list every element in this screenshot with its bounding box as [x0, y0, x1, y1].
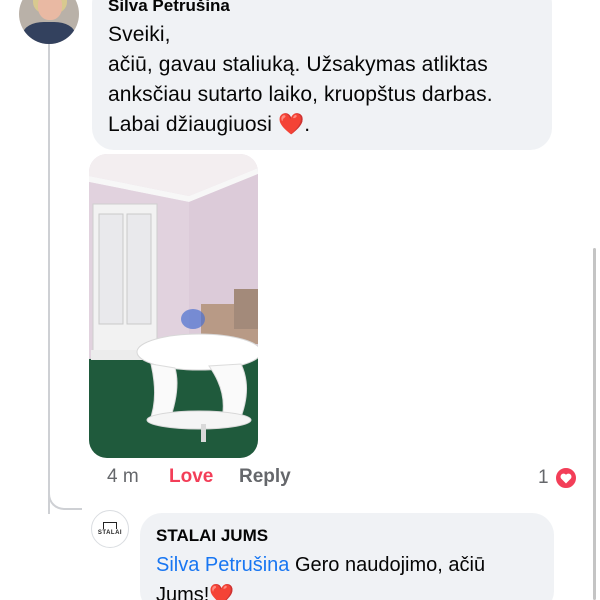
- reply-bubble: STALAI JUMS Silva Petrušina Gero naudoji…: [140, 513, 554, 600]
- reaction-summary[interactable]: 1: [538, 466, 578, 490]
- comment-line: ačiū, gavau staliuką. Užsakymas atliktas: [108, 53, 488, 76]
- stalai-logo-icon[interactable]: STALAI: [91, 510, 129, 548]
- reply-text: Silva Petrušina Gero naudojimo, ačiū Jum…: [156, 550, 538, 600]
- comment-line: Sveiki,: [108, 23, 171, 46]
- commenter-avatar[interactable]: [19, 0, 79, 44]
- heart-icon: [553, 466, 578, 490]
- heart-emoji: ❤️: [209, 584, 235, 600]
- reaction-count: 1: [538, 467, 549, 488]
- comment-text: Sveiki, ačiū, gavau staliuką. Užsakymas …: [108, 20, 536, 140]
- comment-timestamp[interactable]: 4 m: [107, 466, 169, 488]
- comment-line-last: Labai džiaugiuosi ❤️.: [108, 113, 311, 136]
- comment-author[interactable]: Silva Petrušina: [108, 0, 536, 16]
- comment-photo[interactable]: [89, 154, 258, 458]
- scrollbar[interactable]: [593, 248, 596, 600]
- reply-button[interactable]: Reply: [239, 466, 291, 488]
- mention-link[interactable]: Silva Petrušina: [156, 554, 289, 576]
- logo-text: STALAI: [97, 530, 123, 536]
- comment-bubble: Silva Petrušina Sveiki, ačiū, gavau stal…: [92, 0, 552, 150]
- reply-thread-connector: [48, 480, 82, 510]
- heart-emoji: ❤️: [277, 113, 305, 136]
- reply-author[interactable]: STALAI JUMS: [156, 526, 538, 546]
- love-reaction-button[interactable]: Love: [169, 466, 239, 488]
- comment-line: anksčiau sutarto laiko, kruopštus darbas…: [108, 83, 493, 106]
- photo-table-in-room: [89, 154, 258, 458]
- thread-line: [48, 44, 50, 514]
- comment-actions: 4 m Love Reply: [107, 466, 291, 488]
